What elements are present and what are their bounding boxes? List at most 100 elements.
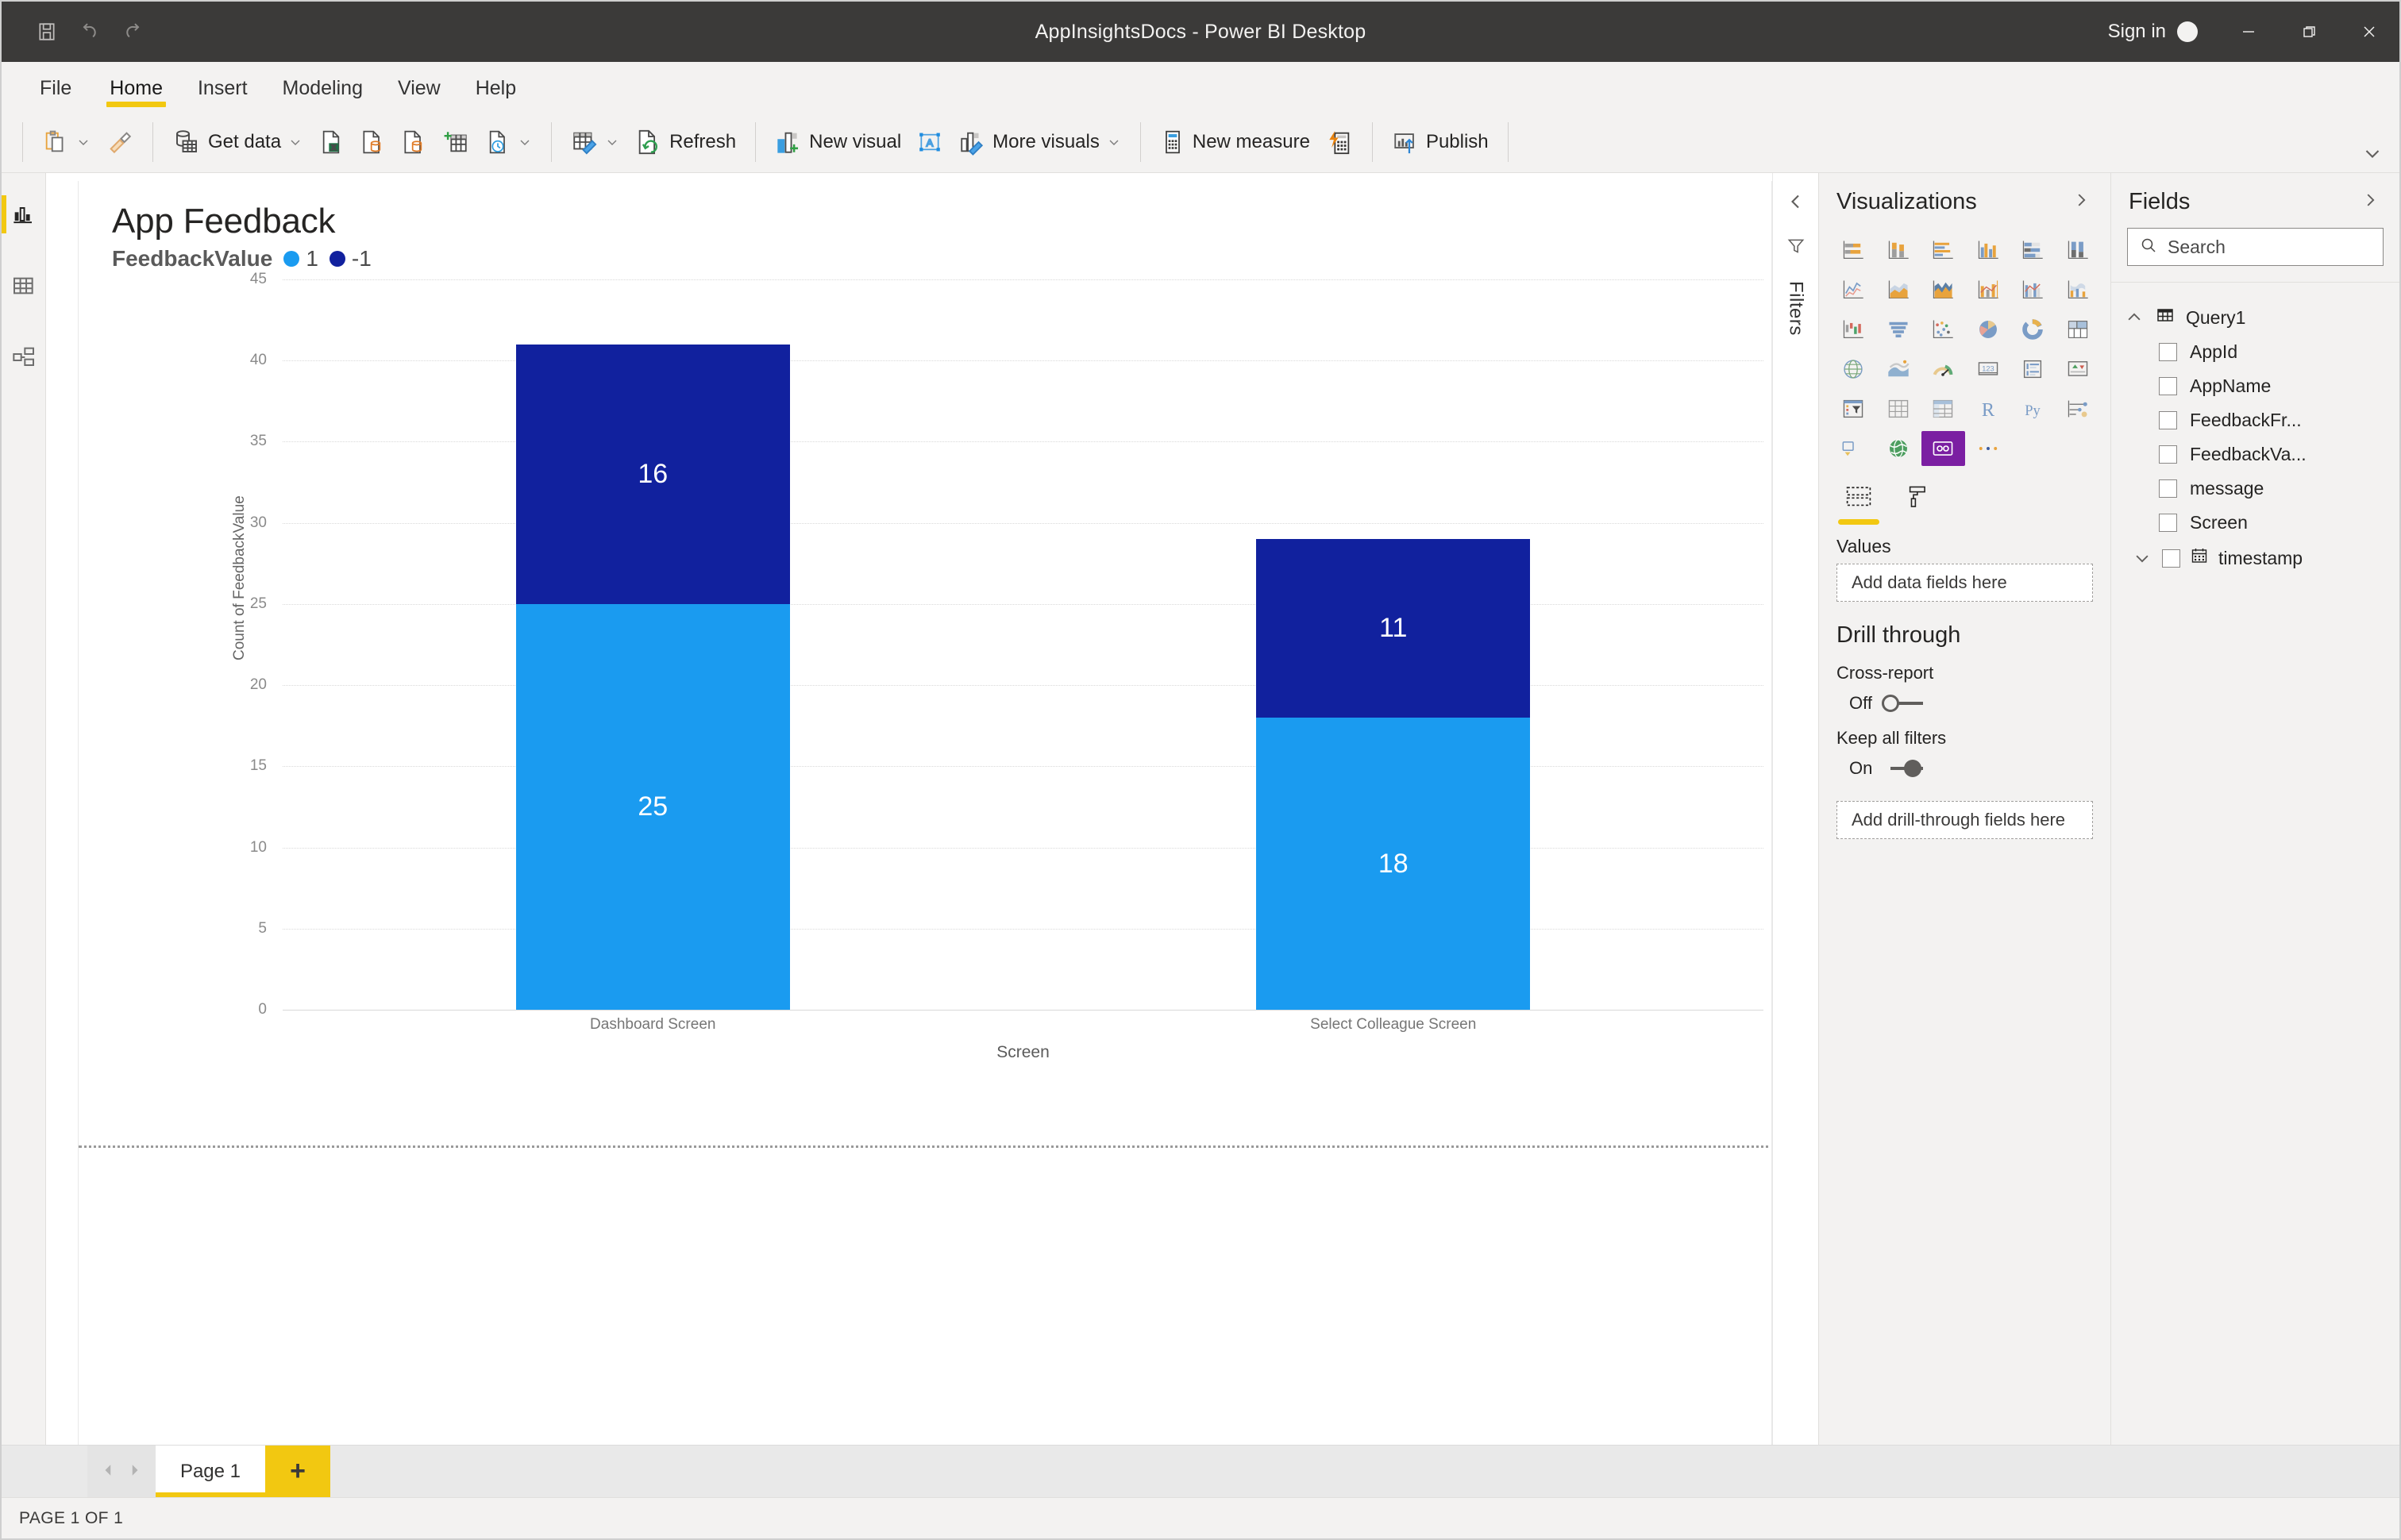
stacked-area-chart-icon[interactable] xyxy=(1921,272,1965,307)
field-checkbox[interactable] xyxy=(2159,377,2177,395)
fields-table-query1[interactable]: Query1 xyxy=(2111,300,2399,335)
line-chart-icon[interactable] xyxy=(1832,272,1875,307)
chevron-down-icon[interactable] xyxy=(518,136,532,148)
drill-through-dropzone[interactable]: Add drill-through fields here xyxy=(1836,801,2093,839)
cross-report-toggle[interactable] xyxy=(1881,694,1923,713)
chevron-down-icon[interactable] xyxy=(1107,136,1121,148)
card-icon[interactable]: 123 xyxy=(1967,352,2010,387)
sql-server-button[interactable] xyxy=(352,119,393,165)
waterfall-chart-icon[interactable] xyxy=(1832,312,1875,347)
tab-file[interactable]: File xyxy=(19,62,92,110)
sidebar-item-data-view[interactable] xyxy=(2,264,46,308)
paste-button[interactable] xyxy=(34,119,98,165)
field-row-message[interactable]: message xyxy=(2111,472,2399,506)
text-box-button[interactable]: A xyxy=(909,119,950,165)
refresh-button[interactable]: Refresh xyxy=(627,119,744,165)
ribbon-chart-icon[interactable] xyxy=(2056,272,2100,307)
treemap-icon[interactable] xyxy=(2056,312,2100,347)
chevron-down-icon[interactable] xyxy=(76,136,91,148)
clustered-column-chart-icon[interactable] xyxy=(1967,233,2010,268)
field-checkbox[interactable] xyxy=(2159,445,2177,464)
donut-chart-icon[interactable] xyxy=(2011,312,2055,347)
more-visuals-button[interactable]: More visuals xyxy=(950,119,1129,165)
close-button[interactable] xyxy=(2339,2,2399,62)
decomposition-tree-icon[interactable] xyxy=(1832,431,1875,466)
chevron-down-icon[interactable] xyxy=(288,136,303,148)
table-icon[interactable] xyxy=(1877,391,1921,426)
fields-search-box[interactable] xyxy=(2127,228,2384,266)
bar-column[interactable]: 11 18 xyxy=(1256,539,1531,1010)
bar-segment[interactable]: 18 xyxy=(1256,718,1531,1010)
chevron-up-icon[interactable] xyxy=(2124,309,2145,326)
chevron-down-icon[interactable] xyxy=(605,136,619,148)
tab-help[interactable]: Help xyxy=(458,62,534,110)
bar-column[interactable]: 16 25 xyxy=(515,344,790,1010)
sidebar-item-model-view[interactable] xyxy=(2,335,46,379)
minimize-button[interactable] xyxy=(2218,2,2279,62)
chevron-right-icon[interactable] xyxy=(2069,190,2093,214)
save-icon[interactable] xyxy=(29,13,65,50)
enter-data-button[interactable] xyxy=(393,119,434,165)
multi-row-card-icon[interactable] xyxy=(2011,352,2055,387)
transform-data-button[interactable] xyxy=(563,119,627,165)
keep-all-filters-toggle[interactable] xyxy=(1882,759,1924,778)
scatter-chart-icon[interactable] xyxy=(1921,312,1965,347)
tab-modeling[interactable]: Modeling xyxy=(265,62,380,110)
stacked-bar-chart-icon[interactable] xyxy=(1832,233,1875,268)
line-and-stacked-column-chart-icon[interactable] xyxy=(1967,272,2010,307)
field-checkbox[interactable] xyxy=(2159,343,2177,361)
field-checkbox[interactable] xyxy=(2159,411,2177,429)
stacked-column-chart-visual[interactable]: App Feedback FeedbackValue 1 -1 Count of… xyxy=(79,181,1771,1148)
python-visual-icon[interactable]: Py xyxy=(2011,391,2055,426)
quick-measure-button[interactable] xyxy=(1318,119,1361,165)
dataverse-button[interactable] xyxy=(434,119,477,165)
legend-item-1[interactable]: 1 xyxy=(283,246,318,271)
power-apps-visual-icon[interactable] xyxy=(1921,431,1965,466)
bar-segment[interactable]: 16 xyxy=(515,344,790,604)
gauge-icon[interactable] xyxy=(1921,352,1965,387)
tab-view[interactable]: View xyxy=(380,62,458,110)
key-influencers-icon[interactable] xyxy=(2056,391,2100,426)
publish-button[interactable]: Publish xyxy=(1384,119,1497,165)
field-checkbox[interactable] xyxy=(2159,514,2177,532)
chevron-down-icon[interactable] xyxy=(2132,549,2152,567)
redo-icon[interactable] xyxy=(114,13,151,50)
tab-insert[interactable]: Insert xyxy=(180,62,265,110)
matrix-icon[interactable] xyxy=(1921,391,1965,426)
field-row-feedbackvalue[interactable]: FeedbackVa... xyxy=(2111,437,2399,472)
clustered-bar-chart-icon[interactable] xyxy=(1921,233,1965,268)
undo-icon[interactable] xyxy=(71,13,108,50)
search-input[interactable] xyxy=(2168,236,2372,258)
restore-button[interactable] xyxy=(2279,2,2339,62)
sign-in-button[interactable]: Sign in xyxy=(2108,21,2198,43)
funnel-chart-icon[interactable] xyxy=(1877,312,1921,347)
get-data-button[interactable]: Get data xyxy=(164,119,310,165)
field-checkbox[interactable] xyxy=(2162,549,2180,568)
area-chart-icon[interactable] xyxy=(1877,272,1921,307)
chevron-left-icon[interactable] xyxy=(1786,192,1806,215)
new-measure-button[interactable]: New measure xyxy=(1152,119,1318,165)
field-checkbox[interactable] xyxy=(2159,479,2177,498)
more-options-icon[interactable] xyxy=(1967,431,2010,466)
chevron-left-icon[interactable] xyxy=(102,1461,116,1482)
slicer-icon[interactable] xyxy=(1832,391,1875,426)
format-painter-button[interactable] xyxy=(98,119,141,165)
page-tab-page-1[interactable]: Page 1 xyxy=(156,1446,265,1497)
stacked-column-chart-icon[interactable] xyxy=(1877,233,1921,268)
chevron-right-icon[interactable] xyxy=(127,1461,141,1482)
field-row-feedbackfrom[interactable]: FeedbackFr... xyxy=(2111,403,2399,437)
chevron-down-icon[interactable] xyxy=(2360,141,2385,166)
field-row-appname[interactable]: AppName xyxy=(2111,369,2399,403)
kpi-icon[interactable] xyxy=(2056,352,2100,387)
hundred-percent-stacked-bar-chart-icon[interactable] xyxy=(2011,233,2055,268)
bar-segment[interactable]: 11 xyxy=(1256,539,1531,718)
format-tab[interactable] xyxy=(1894,483,1938,525)
field-row-screen[interactable]: Screen xyxy=(2111,506,2399,540)
tab-home[interactable]: Home xyxy=(92,62,180,110)
r-script-visual-icon[interactable]: R xyxy=(1967,391,2010,426)
chevron-right-icon[interactable] xyxy=(2358,190,2382,214)
bar-segment[interactable]: 25 xyxy=(515,603,790,1010)
values-dropzone[interactable]: Add data fields here xyxy=(1836,564,2093,602)
fields-tab[interactable] xyxy=(1836,483,1881,525)
new-visual-button[interactable]: New visual xyxy=(767,119,909,165)
